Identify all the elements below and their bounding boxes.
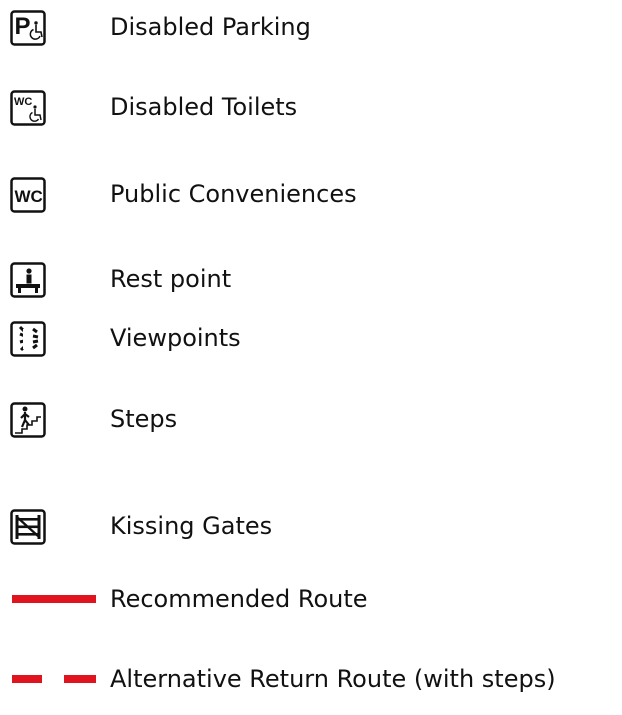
dashed-route-line — [12, 675, 96, 683]
legend-label-disabled-toilets: Disabled Toilets — [110, 93, 298, 121]
legend-route-recommended: Recommended Route — [0, 575, 622, 625]
legend-item-steps: Steps — [0, 392, 622, 442]
legend-item-rest-point: Rest point — [0, 252, 622, 302]
solid-route-line — [12, 595, 96, 603]
legend-label-kissing-gates: Kissing Gates — [110, 512, 273, 540]
legend-item-disabled-toilets: WC Disabled Toilets — [0, 80, 622, 130]
legend-item-public-conveniences: WC Public Conveniences — [0, 167, 622, 217]
steps-icon — [10, 402, 46, 438]
public-conveniences-icon: WC — [10, 177, 46, 213]
kissing-gates-icon — [10, 509, 46, 545]
legend-label-public-conveniences: Public Conveniences — [110, 180, 357, 208]
svg-text:P: P — [15, 13, 31, 40]
legend-label-viewpoints: Viewpoints — [110, 324, 241, 352]
legend-item-viewpoints: Viewpoints — [0, 311, 622, 361]
legend-route-alternative: Alternative Return Route (with steps) — [0, 655, 622, 705]
rest-point-icon — [10, 262, 46, 298]
legend-item-kissing-gates: Kissing Gates — [0, 499, 622, 549]
legend-label-steps: Steps — [110, 405, 178, 433]
legend-label-disabled-parking: Disabled Parking — [110, 13, 311, 41]
svg-text:WC: WC — [15, 187, 43, 206]
svg-text:WC: WC — [14, 96, 32, 108]
legend-label-recommended-route: Recommended Route — [110, 585, 368, 613]
legend-item-disabled-parking: P Disabled Parking — [0, 0, 622, 50]
legend-label-rest-point: Rest point — [110, 265, 232, 293]
disabled-toilets-icon: WC — [10, 90, 46, 126]
disabled-parking-icon: P — [10, 10, 46, 46]
viewpoints-icon — [10, 321, 46, 357]
legend-label-alternative-route: Alternative Return Route (with steps) — [110, 665, 556, 693]
